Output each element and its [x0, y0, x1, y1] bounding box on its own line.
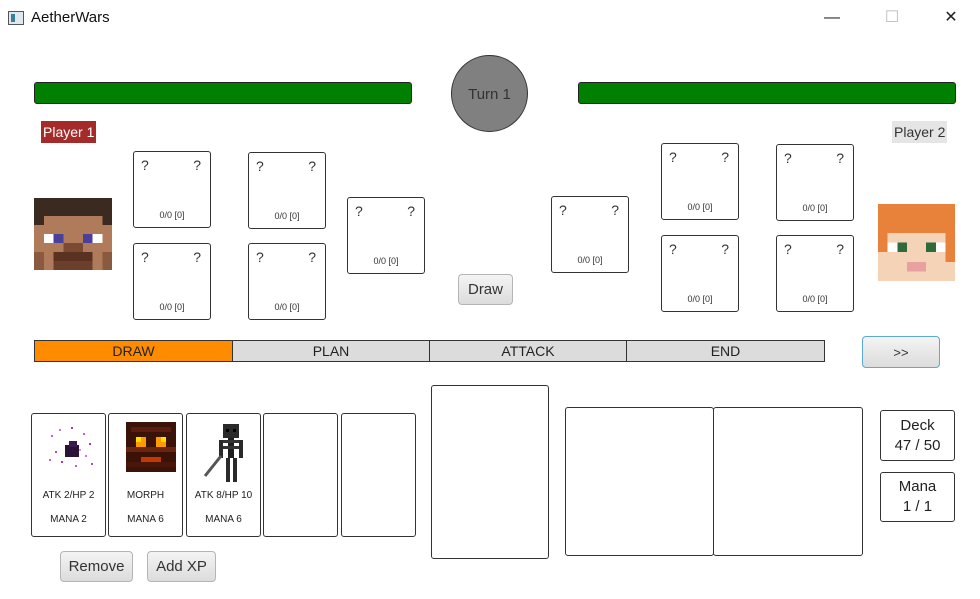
p2-board-slot[interactable]: ? ? 0/0 [0] [776, 144, 854, 221]
card-health-unknown: ? [611, 202, 619, 218]
player1-label: Player 1 [41, 121, 97, 143]
window-title: AetherWars [31, 9, 110, 26]
card-attack-unknown: ? [784, 150, 792, 166]
next-phase-button[interactable]: >> [862, 336, 940, 368]
add-xp-button[interactable]: Add XP [147, 551, 216, 582]
card-mana-line: MANA 6 [127, 514, 164, 525]
card-attack-unknown: ? [256, 158, 264, 174]
card-stats: 0/0 [0] [687, 294, 713, 304]
card-stats: 0/0 [0] [373, 256, 399, 266]
close-button[interactable]: ✕ [928, 0, 974, 36]
card-stats: 0/0 [0] [577, 255, 603, 265]
card-stats: 0/0 [0] [159, 302, 185, 312]
mana-counter: Mana 1 / 1 [880, 472, 955, 522]
card-health-unknown: ? [308, 249, 316, 265]
p2-board-slot[interactable]: ? ? 0/0 [0] [661, 235, 739, 312]
hand-card[interactable]: ATK 8/HP 10 MANA 6 [186, 413, 261, 537]
ender-creature-icon [49, 427, 93, 467]
turn-indicator: Turn 1 [451, 55, 528, 132]
phase-attack: ATTACK [429, 340, 627, 362]
p2-board-slot[interactable]: ? ? 0/0 [0] [776, 235, 854, 312]
hand-card-empty[interactable] [341, 413, 416, 537]
wither-skeleton-icon [203, 424, 243, 482]
card-attack-unknown: ? [141, 157, 149, 173]
card-health-unknown: ? [193, 157, 201, 173]
draw-button[interactable]: Draw [458, 274, 513, 305]
card-attack-unknown: ? [256, 249, 264, 265]
app-icon [8, 11, 24, 25]
card-health-unknown: ? [721, 149, 729, 165]
card-attack-unknown: ? [141, 249, 149, 265]
hand-card[interactable]: MORPH MANA 6 [108, 413, 183, 537]
card-stats: 0/0 [0] [802, 203, 828, 213]
p2-board-slot[interactable]: ? ? 0/0 [0] [661, 143, 739, 220]
card-mana-line: MANA 2 [50, 514, 87, 525]
phase-plan: PLAN [232, 340, 430, 362]
title-bar: AetherWars — ☐ ✕ [0, 0, 980, 36]
card-stats-line: ATK 2/HP 2 [42, 490, 95, 501]
player2-label: Player 2 [892, 121, 948, 143]
deck-value: 47 / 50 [894, 437, 941, 454]
player2-avatar [878, 204, 955, 281]
card-attack-unknown: ? [355, 203, 363, 219]
mana-label: Mana [898, 478, 937, 495]
player1-health-bar [34, 82, 412, 104]
battle-slot-left[interactable] [565, 407, 714, 556]
card-stats: 0/0 [0] [159, 210, 185, 220]
card-attack-unknown: ? [669, 241, 677, 257]
mana-value: 1 / 1 [902, 498, 933, 515]
card-health-unknown: ? [407, 203, 415, 219]
hand-card[interactable]: ATK 2/HP 2 MANA 2 [31, 413, 106, 537]
card-stats: 0/0 [0] [274, 211, 300, 221]
p1-board-slot[interactable]: ? ? 0/0 [0] [133, 243, 211, 320]
p1-board-slot[interactable]: ? ? 0/0 [0] [248, 243, 326, 320]
remove-button[interactable]: Remove [60, 551, 133, 582]
p2-board-slot[interactable]: ? ? 0/0 [0] [551, 196, 629, 273]
card-health-unknown: ? [721, 241, 729, 257]
magma-cube-icon [126, 422, 176, 472]
card-health-unknown: ? [836, 241, 844, 257]
deck-counter: Deck 47 / 50 [880, 410, 955, 461]
card-stats: 0/0 [0] [274, 302, 300, 312]
card-health-unknown: ? [836, 150, 844, 166]
p1-board-slot[interactable]: ? ? 0/0 [0] [347, 197, 425, 274]
card-health-unknown: ? [193, 249, 201, 265]
card-attack-unknown: ? [559, 202, 567, 218]
selected-card-slot[interactable] [431, 385, 549, 559]
deck-label: Deck [900, 417, 935, 434]
player1-avatar [34, 198, 112, 270]
card-attack-unknown: ? [669, 149, 677, 165]
player2-health-bar [578, 82, 956, 104]
card-stats-line: ATK 8/HP 10 [194, 490, 253, 501]
card-attack-unknown: ? [784, 241, 792, 257]
card-mana-line: MANA 6 [205, 514, 242, 525]
p1-board-slot[interactable]: ? ? 0/0 [0] [248, 152, 326, 229]
minimize-button[interactable]: — [809, 0, 855, 36]
card-stats: 0/0 [0] [802, 294, 828, 304]
phase-draw: DRAW [34, 340, 233, 362]
card-stats-line: MORPH [126, 490, 165, 501]
maximize-button[interactable]: ☐ [869, 0, 915, 36]
card-stats: 0/0 [0] [687, 202, 713, 212]
hand-card-empty[interactable] [263, 413, 338, 537]
p1-board-slot[interactable]: ? ? 0/0 [0] [133, 151, 211, 228]
battle-slot-right[interactable] [713, 407, 863, 556]
phase-end: END [626, 340, 825, 362]
card-health-unknown: ? [308, 158, 316, 174]
